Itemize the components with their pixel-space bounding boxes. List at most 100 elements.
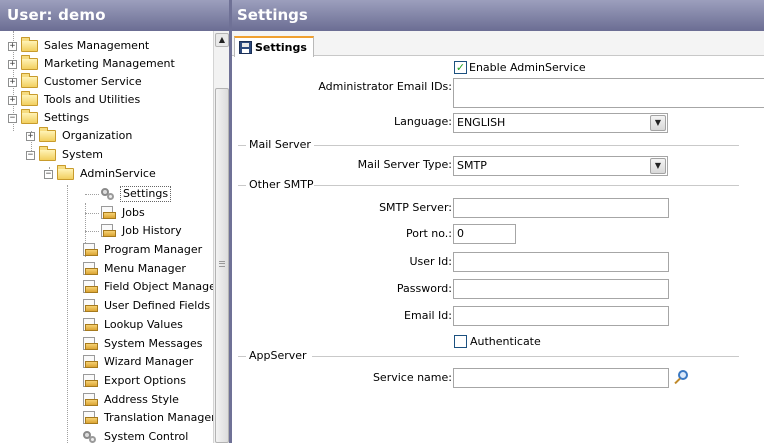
document-icon <box>82 374 98 388</box>
collapse-icon[interactable]: − <box>8 113 17 123</box>
mail-server-section: Mail Server <box>232 138 764 152</box>
tree-item-label: Job History <box>122 224 182 237</box>
tree-item-label: System Messages <box>104 337 203 350</box>
service-name-label: Service name: <box>372 371 452 384</box>
tree-item-adminservice-settings[interactable]: Settings <box>100 185 172 203</box>
authenticate-checkbox[interactable] <box>454 335 467 348</box>
email-id-label: Email Id: <box>404 309 452 322</box>
tree-item-translation-manager[interactable]: Translation Manager <box>82 409 213 427</box>
smtp-server-input[interactable] <box>453 198 669 218</box>
language-value: ENGLISH <box>457 116 506 129</box>
expand-icon[interactable]: + <box>8 41 17 51</box>
gear-icon <box>100 187 116 201</box>
gear-icon <box>82 430 98 443</box>
section-title: AppServer <box>246 349 310 363</box>
tree-item-label: Organization <box>62 129 133 142</box>
tree-item-customer-service[interactable]: + Customer Service <box>8 73 144 91</box>
tree-scrollbar[interactable]: ▲ <box>213 31 229 443</box>
admin-email-input[interactable] <box>453 78 764 108</box>
tree-item-label: Tools and Utilities <box>44 93 141 106</box>
tree-item-organization[interactable]: + Organization <box>26 127 134 145</box>
tree-item-adminservice[interactable]: − AdminService <box>44 165 158 183</box>
scroll-thumb[interactable] <box>215 88 229 443</box>
tree-item-field-object-manager[interactable]: Field Object Manager <box>82 278 213 296</box>
save-disk-icon <box>239 41 252 54</box>
folder-icon <box>21 91 38 106</box>
document-icon <box>82 243 98 257</box>
tree-item-jobs[interactable]: Jobs <box>100 204 147 222</box>
mail-server-type-value: SMTP <box>457 159 487 172</box>
folder-icon <box>57 165 74 180</box>
search-icon[interactable] <box>672 369 690 387</box>
document-icon <box>82 299 98 313</box>
email-id-input[interactable] <box>453 306 669 326</box>
tree-connector <box>85 194 99 195</box>
authenticate-label: Authenticate <box>470 335 541 348</box>
document-icon <box>82 411 98 425</box>
tree-item-label: Marketing Management <box>44 57 175 70</box>
folder-icon <box>21 109 38 124</box>
smtp-server-label: SMTP Server: <box>379 201 452 214</box>
folder-icon <box>39 146 56 161</box>
tree-item-label: Jobs <box>122 206 145 219</box>
tree-item-label: Menu Manager <box>104 262 186 275</box>
tree-item-system[interactable]: − System <box>26 146 105 164</box>
port-input[interactable]: 0 <box>453 224 516 244</box>
tree-item-label: Settings <box>44 111 90 124</box>
settings-form: ✓ Enable AdminService Administrator Emai… <box>232 56 764 443</box>
mail-server-type-select[interactable]: SMTP ▼ <box>453 156 668 176</box>
tree-item-label: Sales Management <box>44 39 150 52</box>
collapse-icon[interactable]: − <box>26 150 35 160</box>
chevron-down-icon[interactable]: ▼ <box>650 158 666 174</box>
expand-icon[interactable]: + <box>26 131 35 141</box>
tree-item-label: System <box>62 148 104 161</box>
tree-item-user-defined-fields[interactable]: User Defined Fields <box>82 297 212 315</box>
expand-icon[interactable]: + <box>8 59 17 69</box>
navigation-panel: User: demo + Sales Management + Marketin… <box>0 0 229 443</box>
document-icon <box>82 280 98 294</box>
chevron-down-icon[interactable]: ▼ <box>650 115 666 131</box>
panel-title-settings: Settings <box>232 0 764 31</box>
tree-item-menu-manager[interactable]: Menu Manager <box>82 260 188 278</box>
expand-icon[interactable]: + <box>8 95 17 105</box>
tree-item-system-messages[interactable]: System Messages <box>82 335 204 353</box>
document-icon <box>82 393 98 407</box>
tree-item-wizard-manager[interactable]: Wizard Manager <box>82 353 195 371</box>
folder-icon <box>21 37 38 52</box>
tree-item-lookup-values[interactable]: Lookup Values <box>82 316 185 334</box>
user-id-label: User Id: <box>409 255 452 268</box>
tree-item-label: Program Manager <box>104 243 203 256</box>
expand-icon[interactable]: + <box>8 77 17 87</box>
tree-item-sales-management[interactable]: + Sales Management <box>8 37 151 55</box>
document-icon <box>100 224 116 238</box>
tree-item-label: Lookup Values <box>104 318 183 331</box>
tree-item-address-style[interactable]: Address Style <box>82 391 181 409</box>
tree-connector <box>85 231 99 232</box>
tree-item-label: Customer Service <box>44 75 142 88</box>
collapse-icon[interactable]: − <box>44 169 53 179</box>
scroll-up-arrow-icon[interactable]: ▲ <box>215 33 229 47</box>
admin-email-label: Administrator Email IDs: <box>318 80 452 93</box>
tree-item-export-options[interactable]: Export Options <box>82 372 188 390</box>
folder-icon <box>39 127 56 142</box>
tree-item-tools-and-utilities[interactable]: + Tools and Utilities <box>8 91 142 109</box>
tree-item-label: Field Object Manager <box>104 280 213 293</box>
tree-item-marketing-management[interactable]: + Marketing Management <box>8 55 177 73</box>
tab-settings[interactable]: Settings <box>234 36 314 57</box>
tree-item-system-control[interactable]: System Control <box>82 428 190 443</box>
tree-item-settings[interactable]: − Settings <box>8 109 91 127</box>
other-smtp-section: Other SMTP <box>232 178 764 192</box>
document-icon <box>82 337 98 351</box>
password-input[interactable] <box>453 279 669 299</box>
tree-item-label: AdminService <box>80 167 156 180</box>
tree-item-label: Address Style <box>104 393 179 406</box>
document-icon <box>82 318 98 332</box>
user-id-input[interactable] <box>453 252 669 272</box>
language-select[interactable]: ENGLISH ▼ <box>453 113 668 133</box>
service-name-input[interactable] <box>453 368 669 388</box>
enable-adminservice-checkbox[interactable]: ✓ <box>454 61 467 74</box>
tree-item-program-manager[interactable]: Program Manager <box>82 241 204 259</box>
tree-item-label: System Control <box>104 430 189 443</box>
document-icon <box>82 262 98 276</box>
tree-item-job-history[interactable]: Job History <box>100 222 184 240</box>
